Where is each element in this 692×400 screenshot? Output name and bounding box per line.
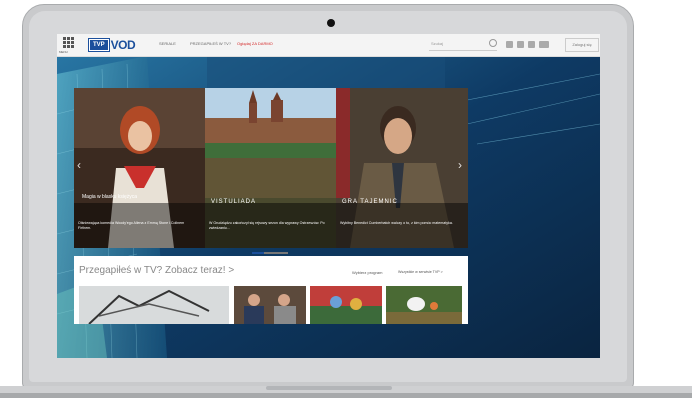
instagram-icon[interactable] <box>517 41 524 48</box>
thumbnail-image <box>79 286 229 324</box>
section-title: Przegapiłeś w TV? Zobacz teraz! > <box>79 265 235 276</box>
thumbnail-card[interactable] <box>79 286 229 324</box>
thumbnail-image <box>234 286 306 324</box>
login-button[interactable]: Zaloguj się <box>565 38 599 52</box>
thumbnail-image <box>310 286 382 324</box>
youtube-icon[interactable] <box>539 41 549 48</box>
logo-box-text: TVP <box>88 38 110 52</box>
nav-item-przegapiles[interactable]: PRZEGAPIŁEŚ W TV? <box>190 41 231 46</box>
camera-icon <box>327 19 335 27</box>
all-programs-link[interactable]: Wszystkie w serwisie TVP > <box>398 270 443 274</box>
thumbnail-card[interactable] <box>386 286 462 324</box>
menu-grid-icon[interactable] <box>63 37 75 49</box>
hero-card-magia[interactable]: Magia w blasku księżyca Olśniewająca kom… <box>74 88 205 248</box>
menu-label: MENU <box>59 50 68 54</box>
top-navbar: MENU TVP VOD SERIALE PRZEGAPIŁEŚ W TV? O… <box>57 34 600 57</box>
hero-card-title: GRA TAJEMNIC <box>342 199 398 205</box>
thumbnail-card[interactable] <box>310 286 382 324</box>
search-icon[interactable] <box>489 39 497 47</box>
carousel-prev-icon[interactable]: ‹ <box>77 158 81 172</box>
hero-card-desc: Wybitny Benedict Cumberbatch walczy o to… <box>340 221 453 225</box>
hero-card-gra-tajemnic[interactable]: GRA TAJEMNIC Wybitny Benedict Cumberbatc… <box>336 88 468 248</box>
missed-tv-section: Przegapiłeś w TV? Zobacz teraz! > Wybier… <box>74 256 468 324</box>
select-program-link[interactable]: Wybierz program <box>352 270 382 275</box>
search-input[interactable]: Szukaj <box>429 38 497 51</box>
carousel-next-icon[interactable]: › <box>458 158 462 172</box>
facebook-icon[interactable] <box>506 41 513 48</box>
thumbnail-card[interactable] <box>234 286 306 324</box>
hero-card-desc: W Grudziądzu zakończył się rejsowy sezon… <box>209 221 325 230</box>
hero-card-title: Magia w blasku księżyca <box>82 194 138 200</box>
thumbnail-image <box>386 286 462 324</box>
twitter-icon[interactable] <box>528 41 535 48</box>
carousel-indicator[interactable] <box>252 252 288 254</box>
nav-item-za-darmo[interactable]: Oglądaj ZA DARMO <box>237 41 273 46</box>
logo-vod-text: VOD <box>110 38 136 52</box>
hero-card-vistuliada[interactable]: VISTULIADA W Grudziądzu zakończył się re… <box>205 88 336 248</box>
nav-item-seriale[interactable]: SERIALE <box>159 41 176 46</box>
hero-card-desc: Olśniewająca komedia Woody'ego Allena z … <box>78 221 185 230</box>
hero-carousel: Magia w blasku księżyca Olśniewająca kom… <box>74 88 468 248</box>
search-placeholder: Szukaj <box>431 41 444 46</box>
laptop-base <box>0 386 692 398</box>
hero-card-title: VISTULIADA <box>211 199 257 205</box>
tvp-vod-logo[interactable]: TVP VOD <box>88 37 136 53</box>
